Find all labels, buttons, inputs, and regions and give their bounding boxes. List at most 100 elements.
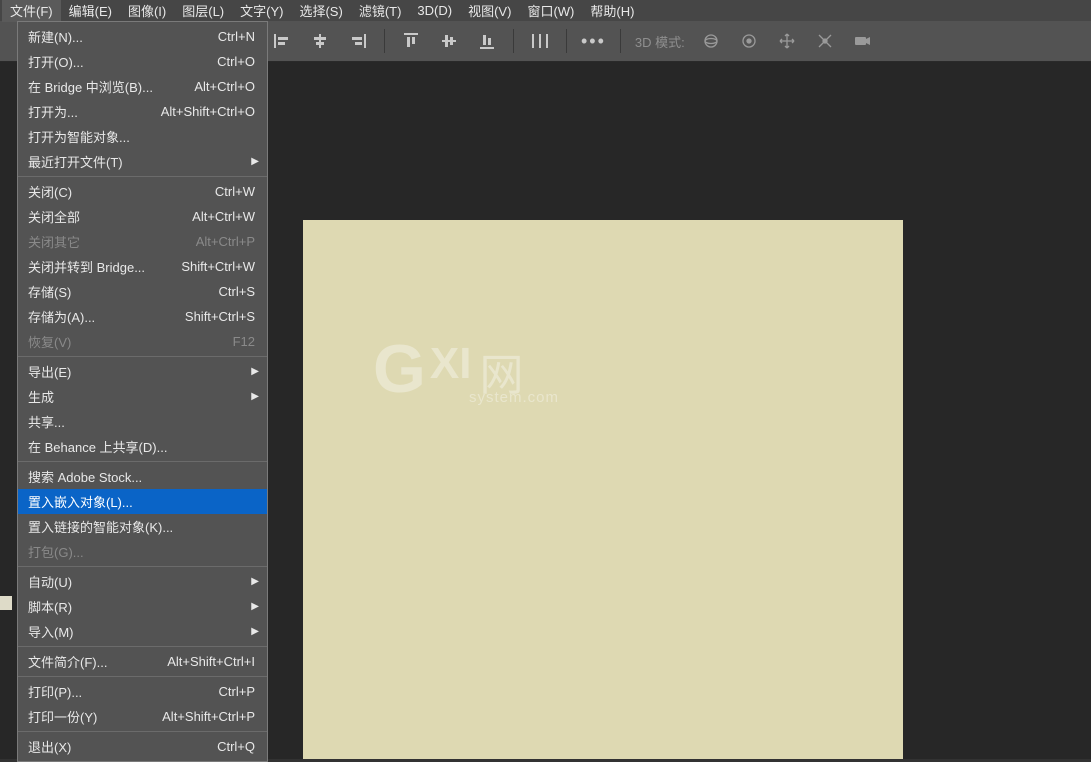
menu-item-label: 脚本(R): [28, 597, 72, 616]
menu-item[interactable]: 关闭并转到 Bridge...Shift+Ctrl+W: [18, 254, 267, 279]
menu-item-label: 新建(N)...: [28, 27, 83, 46]
menu-item-shortcut: Alt+Ctrl+W: [192, 209, 255, 224]
menu-item-label: 在 Behance 上共享(D)...: [28, 437, 167, 456]
menu-item-label: 生成: [28, 387, 54, 406]
3d-roll-icon[interactable]: [737, 29, 761, 53]
menu-item-label: 存储为(A)...: [28, 307, 95, 326]
menu-5[interactable]: 选择(S): [291, 0, 350, 22]
menu-item-label: 打印一份(Y): [28, 707, 97, 726]
menu-item-label: 存储(S): [28, 282, 71, 301]
menu-item[interactable]: 置入嵌入对象(L)...: [18, 489, 267, 514]
menu-item-shortcut: Alt+Shift+Ctrl+I: [167, 654, 255, 669]
menu-7[interactable]: 3D(D): [409, 1, 460, 20]
menu-item-label: 恢复(V): [28, 332, 71, 351]
more-icon[interactable]: •••: [581, 31, 606, 52]
menu-6[interactable]: 滤镜(T): [351, 0, 410, 22]
menu-item[interactable]: 在 Bridge 中浏览(B)... Alt+Ctrl+O: [18, 74, 267, 99]
canvas[interactable]: G XI 网 system.com: [303, 220, 903, 759]
menu-item-label: 关闭(C): [28, 182, 72, 201]
left-strip: [0, 596, 12, 610]
menu-item[interactable]: 导出(E)▶: [18, 359, 267, 384]
align-center-v-icon[interactable]: [437, 29, 461, 53]
menu-item-label: 打包(G)...: [28, 542, 84, 561]
menu-item-label: 在 Bridge 中浏览(B)...: [28, 77, 153, 96]
submenu-arrow-icon: ▶: [251, 156, 259, 167]
menu-0[interactable]: 文件(F): [2, 0, 61, 22]
separator: [384, 29, 385, 53]
menu-item[interactable]: 自动(U) ▶: [18, 569, 267, 594]
align-center-h-icon[interactable]: [308, 29, 332, 53]
menu-3[interactable]: 图层(L): [174, 0, 232, 22]
menu-item[interactable]: 文件简介(F)... Alt+Shift+Ctrl+I: [18, 649, 267, 674]
menu-item-shortcut: Alt+Shift+Ctrl+O: [161, 104, 255, 119]
menu-item[interactable]: 关闭全部 Alt+Ctrl+W: [18, 204, 267, 229]
menu-item-label: 搜索 Adobe Stock...: [28, 467, 142, 486]
mode-label: 3D 模式:: [635, 32, 685, 51]
menu-item-label: 关闭其它: [28, 232, 80, 251]
submenu-arrow-icon: ▶: [251, 576, 259, 587]
menu-item-label: 文件简介(F)...: [28, 652, 107, 671]
menu-10[interactable]: 帮助(H): [582, 0, 642, 22]
3d-slide-icon[interactable]: [813, 29, 837, 53]
menu-item[interactable]: 导入(M)▶: [18, 619, 267, 644]
menu-1[interactable]: 编辑(E): [61, 0, 120, 22]
menu-item[interactable]: 打开(O)...Ctrl+O: [18, 49, 267, 74]
menu-8[interactable]: 视图(V): [460, 0, 519, 22]
submenu-arrow-icon: ▶: [251, 626, 259, 637]
menu-item-label: 打开为...: [28, 102, 78, 121]
align-right-icon[interactable]: [346, 29, 370, 53]
menu-item[interactable]: 打印一份(Y)Alt+Shift+Ctrl+P: [18, 704, 267, 729]
watermark: G XI 网 system.com: [373, 335, 523, 403]
separator: [513, 29, 514, 53]
watermark-sub: system.com: [469, 389, 559, 406]
menu-item[interactable]: 在 Behance 上共享(D)...: [18, 434, 267, 459]
menu-item[interactable]: 存储(S) Ctrl+S: [18, 279, 267, 304]
menu-item-shortcut: Shift+Ctrl+S: [185, 309, 255, 324]
menu-item-label: 关闭全部: [28, 207, 80, 226]
menu-item[interactable]: 最近打开文件(T)▶: [18, 149, 267, 174]
menu-item[interactable]: 打印(P)... Ctrl+P: [18, 679, 267, 704]
menu-item[interactable]: 脚本(R) ▶: [18, 594, 267, 619]
menu-item-shortcut: Alt+Ctrl+P: [196, 234, 255, 249]
menu-item-shortcut: Ctrl+S: [219, 284, 255, 299]
separator: [620, 29, 621, 53]
align-bottom-icon[interactable]: [475, 29, 499, 53]
menu-item-shortcut: Ctrl+P: [219, 684, 255, 699]
menu-item-shortcut: Ctrl+Q: [217, 739, 255, 754]
3d-camera-icon[interactable]: [851, 29, 875, 53]
menu-item-shortcut: Alt+Ctrl+O: [194, 79, 255, 94]
menu-item-shortcut: Ctrl+O: [217, 54, 255, 69]
watermark-xi: XI: [430, 339, 472, 389]
align-left-icon[interactable]: [270, 29, 294, 53]
menu-item[interactable]: 新建(N)... Ctrl+N: [18, 24, 267, 49]
menu-4[interactable]: 文字(Y): [232, 0, 291, 22]
menu-item-label: 置入链接的智能对象(K)...: [28, 517, 173, 536]
menu-item-shortcut: Shift+Ctrl+W: [181, 259, 255, 274]
menu-item: 打包(G)...: [18, 539, 267, 564]
menu-item[interactable]: 打开为智能对象...: [18, 124, 267, 149]
menu-item: 关闭其它 Alt+Ctrl+P: [18, 229, 267, 254]
align-top-icon[interactable]: [399, 29, 423, 53]
menu-item[interactable]: 打开为... Alt+Shift+Ctrl+O: [18, 99, 267, 124]
menu-item[interactable]: 共享...: [18, 409, 267, 434]
menu-2[interactable]: 图像(I): [120, 0, 174, 22]
menu-item[interactable]: 关闭(C)Ctrl+W: [18, 179, 267, 204]
3d-pan-icon[interactable]: [775, 29, 799, 53]
menu-item[interactable]: 置入链接的智能对象(K)...: [18, 514, 267, 539]
menu-item: 恢复(V)F12: [18, 329, 267, 354]
menu-item[interactable]: 生成▶: [18, 384, 267, 409]
3d-orbit-icon[interactable]: [699, 29, 723, 53]
menu-item-label: 打开为智能对象...: [28, 127, 130, 146]
menu-item-shortcut: Ctrl+N: [218, 29, 255, 44]
submenu-arrow-icon: ▶: [251, 601, 259, 612]
distribute-icon[interactable]: [528, 29, 552, 53]
menu-item[interactable]: 搜索 Adobe Stock...: [18, 464, 267, 489]
menu-item[interactable]: 退出(X) Ctrl+Q: [18, 734, 267, 759]
menu-9[interactable]: 窗口(W): [519, 0, 582, 22]
menu-item-label: 自动(U): [28, 572, 72, 591]
menu-item[interactable]: 存储为(A)... Shift+Ctrl+S: [18, 304, 267, 329]
separator: [566, 29, 567, 53]
menubar: 文件(F)编辑(E)图像(I)图层(L)文字(Y)选择(S)滤镜(T)3D(D)…: [0, 0, 1091, 21]
menu-item-label: 退出(X): [28, 737, 71, 756]
menu-item-label: 打印(P)...: [28, 682, 82, 701]
